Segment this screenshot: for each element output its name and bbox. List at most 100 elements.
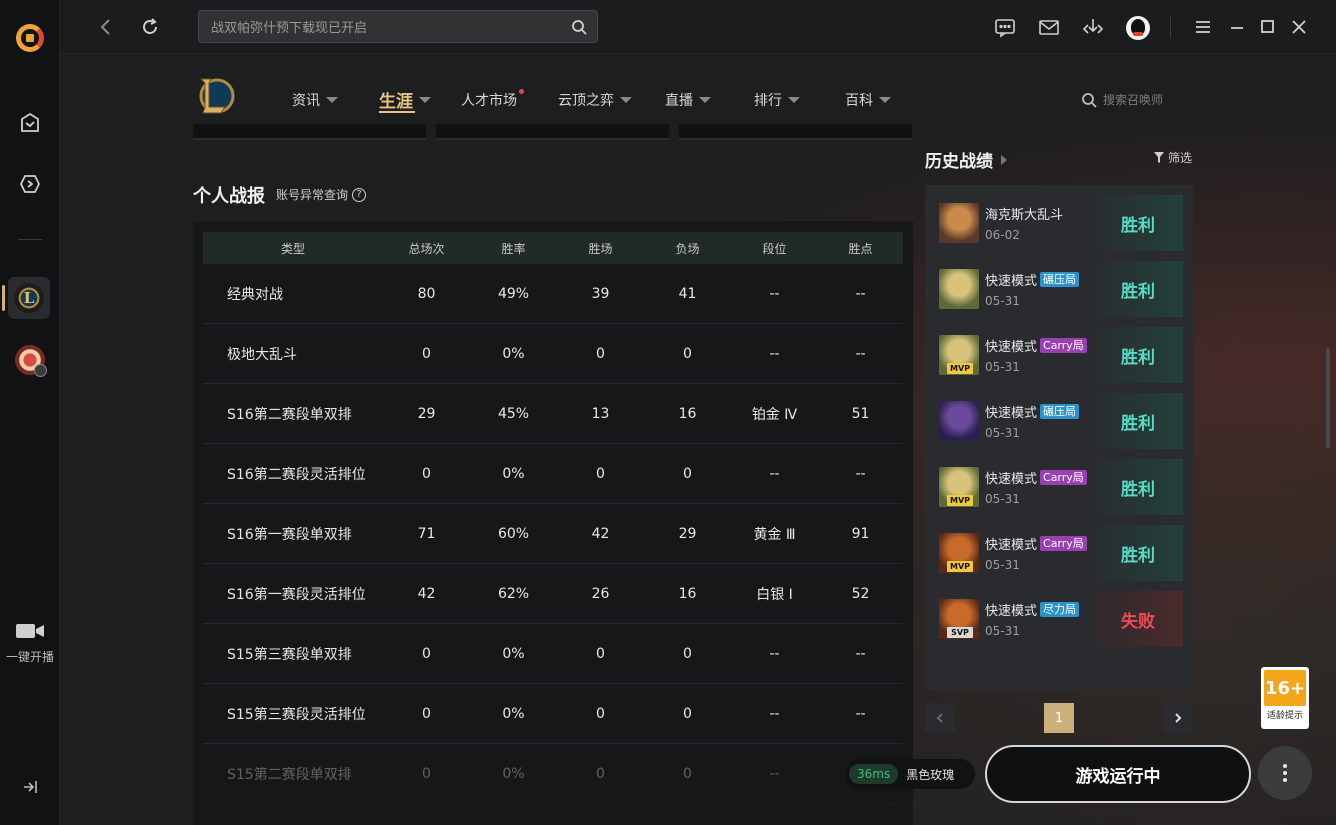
message-icon[interactable] xyxy=(994,16,1016,38)
table-row[interactable]: S16第一赛段灵活排位 42 62% 26 16 白银 Ⅰ 52 xyxy=(203,564,903,624)
col-type: 类型 xyxy=(280,241,305,256)
more-options-button[interactable] xyxy=(1258,746,1312,800)
caret-down-icon xyxy=(620,97,632,103)
app-logo[interactable] xyxy=(16,24,44,52)
match-item[interactable]: 快速模式 碾压局 05-31 胜利 xyxy=(935,261,1183,317)
mvp-badge: MVP xyxy=(947,561,973,572)
help-icon[interactable]: ? xyxy=(352,187,367,202)
cell-type: S16第二赛段单双排 xyxy=(227,406,352,423)
next-page-button[interactable] xyxy=(1163,703,1193,733)
search-placeholder: 战双帕弥什预下载现已开启 xyxy=(211,21,368,36)
nav-news[interactable]: 资讯 xyxy=(292,90,338,110)
col-lp: 胜点 xyxy=(848,241,873,256)
nav-wiki[interactable]: 百科 xyxy=(845,90,891,110)
col-wins: 胜场 xyxy=(588,241,613,256)
download-icon[interactable] xyxy=(1082,16,1104,38)
account-check-label: 账号异常查询 xyxy=(276,188,349,202)
launch-button[interactable]: 游戏运行中 xyxy=(985,745,1251,803)
nav-tft[interactable]: 云顶之弈 xyxy=(558,90,632,110)
age-org: CADPA xyxy=(1274,697,1296,704)
nav-career[interactable]: 生涯 xyxy=(379,87,431,113)
search-input[interactable]: 战双帕弥什预下载现已开启 xyxy=(198,10,598,43)
back-icon[interactable] xyxy=(96,17,116,37)
menu-icon[interactable] xyxy=(1192,16,1214,38)
avatar[interactable] xyxy=(1126,16,1150,40)
search-icon xyxy=(1082,92,1097,108)
cell-winrate: 0% xyxy=(502,345,525,362)
news-card[interactable] xyxy=(679,124,912,140)
summoner-search[interactable]: 搜索召唤师 xyxy=(1081,91,1163,108)
table-row[interactable]: S15第二赛段单双排00%00---- xyxy=(203,744,903,804)
cell-type: S16第二赛段灵活排位 xyxy=(227,466,366,483)
cell-rank: -- xyxy=(769,765,780,782)
match-item[interactable]: MVP 快速模式 Carry局 05-31 胜利 xyxy=(935,327,1183,383)
caret-down-icon xyxy=(879,97,891,103)
page-number[interactable]: 1 xyxy=(1044,703,1074,733)
lol-logo[interactable] xyxy=(195,75,235,117)
nav-rank-label: 排行 xyxy=(754,93,782,109)
match-result: 胜利 xyxy=(1093,261,1183,317)
rail-item-game2[interactable] xyxy=(15,345,47,377)
cell-winrate: 0% xyxy=(502,765,525,782)
active-indicator xyxy=(2,285,5,311)
cell-wins: 26 xyxy=(591,585,610,602)
cell-lp: 91 xyxy=(851,525,870,542)
ping-value: 36ms xyxy=(849,764,899,784)
table-row[interactable]: S15第三赛段灵活排位 0 0% 0 0 -- -- xyxy=(203,684,903,744)
account-check-link[interactable]: 账号异常查询 ? xyxy=(276,186,367,203)
news-card[interactable] xyxy=(436,124,669,140)
close-icon[interactable] xyxy=(1288,16,1310,38)
match-date: 05-31 xyxy=(985,360,1020,374)
minimize-icon[interactable] xyxy=(1226,16,1248,38)
nav-live[interactable]: 直播 xyxy=(665,90,711,110)
cell-type: S16第一赛段单双排 xyxy=(227,526,352,543)
cell-total: 42 xyxy=(417,585,436,602)
history-title-label: 历史战绩 xyxy=(925,152,993,172)
nav-rank[interactable]: 排行 xyxy=(754,90,800,110)
nav-news-label: 资讯 xyxy=(292,93,320,109)
nav-wiki-label: 百科 xyxy=(845,93,873,109)
table-row[interactable]: S16第二赛段灵活排位 0 0% 0 0 -- -- xyxy=(203,444,903,504)
match-item[interactable]: 快速模式 碾压局 05-31 胜利 xyxy=(935,393,1183,449)
prev-page-button[interactable] xyxy=(925,703,955,733)
cell-losses: 0 xyxy=(683,345,692,362)
cell-wins: 39 xyxy=(591,285,610,302)
stream-button[interactable]: 一键开播 xyxy=(0,622,60,674)
table-row[interactable]: S16第一赛段单双排 71 60% 42 29 黄金 Ⅲ 91 xyxy=(203,504,903,564)
rail-item-lol[interactable]: L xyxy=(8,277,50,319)
mail-icon[interactable] xyxy=(1038,16,1060,38)
download-badge-icon xyxy=(34,364,47,377)
champion-portrait xyxy=(939,269,979,309)
table-row[interactable]: S15第三赛段单双排 0 0% 0 0 -- -- xyxy=(203,624,903,684)
stats-table: 类型 总场次 胜率 胜场 负场 段位 胜点 经典对战 80 49% 39 41 -- -- 极… xyxy=(193,221,913,825)
top-bar: 战双帕弥什预下载现已开启 xyxy=(60,0,1336,54)
match-tag: Carry局 xyxy=(1040,338,1087,353)
history-title[interactable]: 历史战绩 xyxy=(925,147,1007,172)
age-rating-badge: 16+ CADPA 适龄提示 xyxy=(1261,667,1309,729)
nav-talent[interactable]: 人才市场 xyxy=(461,89,524,110)
server-status[interactable]: 36ms 黑色玫瑰 xyxy=(845,759,975,789)
search-icon[interactable] xyxy=(571,19,587,35)
active-underline xyxy=(379,111,415,113)
cell-winrate: 0% xyxy=(502,645,525,662)
maximize-icon[interactable] xyxy=(1256,16,1278,38)
match-item[interactable]: SVP 快速模式 尽力局 05-31 失败 xyxy=(935,591,1183,647)
nav-talent-text: 人才市场 xyxy=(461,93,517,109)
match-item[interactable]: 海克斯大乱斗 06-02 胜利 xyxy=(935,195,1183,251)
games-icon[interactable] xyxy=(15,169,45,199)
cell-wins: 0 xyxy=(596,345,605,362)
table-row[interactable]: 极地大乱斗 0 0% 0 0 -- -- xyxy=(203,324,903,384)
match-item[interactable]: MVP 快速模式 Carry局 05-31 胜利 xyxy=(935,525,1183,581)
collapse-icon[interactable] xyxy=(21,778,39,796)
refresh-icon[interactable] xyxy=(140,17,160,37)
table-row[interactable]: S16第二赛段单双排 29 45% 13 16 铂金 Ⅳ 51 xyxy=(203,384,903,444)
cell-rank: -- xyxy=(769,345,780,362)
cell-wins: 0 xyxy=(596,705,605,722)
scrollbar[interactable] xyxy=(1326,348,1330,448)
table-row[interactable]: 经典对战 80 49% 39 41 -- -- xyxy=(203,264,903,324)
cell-losses: 41 xyxy=(678,285,697,302)
match-item[interactable]: MVP 快速模式 Carry局 05-31 胜利 xyxy=(935,459,1183,515)
store-icon[interactable] xyxy=(15,108,45,138)
news-card[interactable] xyxy=(193,124,426,140)
filter-button[interactable]: 筛选 xyxy=(1154,149,1192,166)
